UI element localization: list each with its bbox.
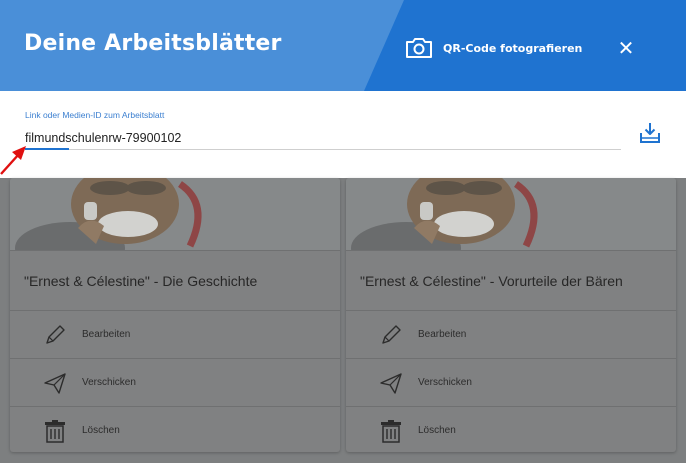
delete-button[interactable]: Löschen (10, 406, 340, 452)
media-id-label: Link oder Medien-ID zum Arbeitsblatt (25, 110, 165, 120)
qr-code-button[interactable]: QR-Code fotografieren (404, 34, 582, 62)
media-id-panel: Link oder Medien-ID zum Arbeitsblatt (0, 91, 686, 178)
dialog-title: Deine Arbeitsblätter (24, 31, 282, 56)
send-button[interactable]: Verschicken (10, 358, 340, 406)
pencil-icon (46, 324, 65, 344)
qr-code-button-label: QR-Code fotografieren (443, 41, 583, 55)
input-focus-indicator (25, 148, 69, 150)
worksheet-card: "Ernest & Célestine" - Vorurteile der Bä… (346, 178, 676, 452)
delete-button-label: Löschen (418, 425, 456, 436)
worksheet-thumbnail (346, 178, 676, 250)
red-arrow-icon (0, 146, 26, 175)
input-underline (25, 149, 621, 150)
send-button-label: Verschicken (82, 377, 136, 388)
card-title: "Ernest & Célestine" - Die Geschichte (10, 250, 340, 310)
paper-plane-icon (44, 372, 66, 394)
edit-button[interactable]: Bearbeiten (10, 310, 340, 358)
card-title: "Ernest & Célestine" - Vorurteile der Bä… (346, 250, 676, 310)
edit-button[interactable]: Bearbeiten (346, 310, 676, 358)
edit-button-label: Bearbeiten (418, 329, 467, 340)
camera-icon (406, 38, 432, 58)
paper-plane-icon (380, 372, 402, 394)
edit-button-label: Bearbeiten (82, 329, 131, 340)
send-button[interactable]: Verschicken (346, 358, 676, 406)
delete-button-label: Löschen (82, 425, 120, 436)
delete-button[interactable]: Löschen (346, 406, 676, 452)
download-icon[interactable] (639, 121, 661, 145)
worksheet-card: "Ernest & Célestine" - Die Geschichte Be… (10, 178, 340, 452)
dialog-header: Deine Arbeitsblätter QR-Code fotografier… (0, 0, 686, 91)
send-button-label: Verschicken (418, 377, 472, 388)
worksheet-thumbnail (10, 178, 340, 250)
close-button[interactable]: ✕ (614, 36, 638, 60)
trash-icon (381, 419, 401, 443)
pencil-icon (382, 324, 401, 344)
media-id-input[interactable] (25, 126, 621, 150)
close-icon: ✕ (617, 36, 635, 60)
trash-icon (45, 419, 65, 443)
